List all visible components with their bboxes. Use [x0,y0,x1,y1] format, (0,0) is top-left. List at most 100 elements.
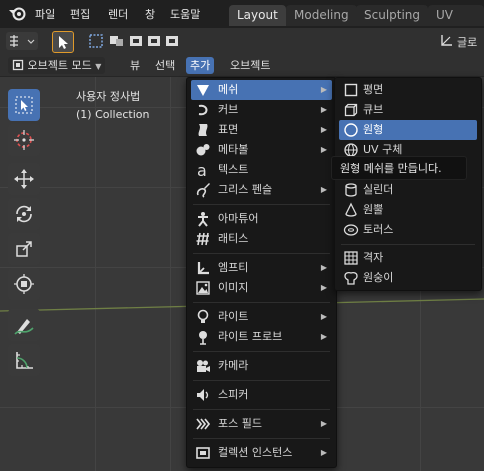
menu-select[interactable]: 선택 [151,57,179,74]
add-menu-item-grease-pencil[interactable]: 그리스 펜슬 ▶ [191,180,332,200]
mesh-item-circle[interactable]: 원형 [339,120,477,140]
armature-icon [198,212,208,227]
mesh-icon [197,85,209,96]
tooltip: 원형 메쉬를 만듭니다. [331,156,467,180]
cylinder-icon [345,183,357,197]
scale-tool[interactable] [8,233,40,265]
add-menu-item-light[interactable]: 라이트 ▶ [191,307,332,327]
svg-text:a: a [197,162,207,178]
menu-separator [193,438,330,439]
cone-icon [345,202,357,217]
menu-render[interactable]: 렌더 [108,6,128,22]
select-mode-icons[interactable] [88,33,184,52]
measure-tool[interactable] [8,344,40,376]
rotate-tool[interactable] [8,198,40,230]
collection-label: (1) Collection [76,108,150,121]
add-menu-item-surface[interactable]: 표면 ▶ [191,120,332,140]
add-menu-item-collection-instance[interactable]: 컬렉션 인스턴스 ▶ [191,443,332,463]
viewport-header: 오브젝트 모드 ▼ 뷰 선택 추가 오브젝트 [0,54,484,77]
surface-icon [198,124,208,136]
cursor-icon [14,130,34,150]
add-menu-item-image[interactable]: 이미지 ▶ [191,278,332,298]
select-box-tool[interactable] [8,89,40,121]
add-menu-item-text[interactable]: a 텍스트 [191,160,332,180]
tool-header: 글로 [0,28,484,54]
submenu-arrow-icon: ▶ [320,85,327,94]
transform-icon [14,274,34,294]
mesh-item-plane[interactable]: 평면 [339,80,477,100]
add-menu-item-metaball[interactable]: 메타볼 ▶ [191,140,332,160]
blender-logo-icon[interactable] [8,5,26,25]
submenu-arrow-icon: ▶ [320,125,327,134]
menu-separator [193,253,330,254]
tab-modeling[interactable]: Modeling [286,5,357,26]
circle-icon [344,123,358,137]
mesh-item-grid[interactable]: 격자 [339,248,477,268]
menu-help[interactable]: 도움말 [170,6,200,22]
mesh-item-cone[interactable]: 원뿔 [339,200,477,220]
monkey-icon [344,271,358,285]
add-menu-item-empty[interactable]: 엠프티 ▶ [191,258,332,278]
camera-icon [197,360,210,372]
view-name: 사용자 정사법 [76,90,141,103]
menu-separator [193,204,330,205]
menu-object[interactable]: 오브젝트 [226,57,274,74]
menu-add[interactable]: 추가 [186,57,215,74]
tab-uv-editing[interactable]: UV Editin [428,5,484,43]
editor-type-button[interactable] [6,32,38,50]
submenu-arrow-icon: ▶ [320,312,327,321]
transform-orientation-label[interactable]: 글로 [457,34,477,50]
add-menu-item-camera[interactable]: 카메라 [191,356,332,376]
add-menu-item-light-probe[interactable]: 라이트 프로브 ▶ [191,327,332,347]
select-tool-icon[interactable] [52,31,74,53]
mesh-item-cylinder[interactable]: 실린더 [339,180,477,200]
add-menu-item-lattice[interactable]: 래티스 [191,229,332,249]
add-menu-item-curve[interactable]: 커브 ▶ [191,100,332,120]
mesh-submenu: 평면 큐브 원형 UV 구체 실린더 원뿔 토러스 격자 원숭이 [334,77,482,291]
menu-file[interactable]: 파일 [35,6,55,22]
tab-layout[interactable]: Layout [229,5,286,26]
cursor-tool[interactable] [8,124,40,156]
scale-icon [16,241,32,257]
menu-separator [193,302,330,303]
submenu-arrow-icon: ▶ [320,419,327,428]
tab-sculpting[interactable]: Sculpting [356,5,429,26]
torus-icon [343,224,359,236]
mode-selector[interactable]: 오브젝트 모드 ▼ [8,57,106,74]
add-menu-item-armature[interactable]: 아마튜어 [191,209,332,229]
add-menu: 메쉬 ▶ 커브 ▶ 표면 ▶ 메타볼 ▶ a 텍스트 그리스 펜슬 ▶ 아마튜어… [186,77,337,468]
measure-icon [16,352,33,369]
grease-pencil-icon [196,183,210,198]
submenu-arrow-icon: ▶ [320,283,327,292]
menu-separator [193,380,330,381]
annotate-icon [14,319,34,335]
mesh-item-cube[interactable]: 큐브 [339,100,477,120]
object-mode-icon [12,59,24,71]
grid-icon [344,251,358,265]
move-tool[interactable] [8,163,40,195]
transform-tool[interactable] [8,268,40,300]
submenu-arrow-icon: ▶ [320,332,327,341]
add-menu-item-speaker[interactable]: 스피커 [191,385,332,405]
move-icon [14,169,34,189]
mesh-item-torus[interactable]: 토러스 [339,220,477,240]
metaball-icon [196,144,210,156]
add-menu-item-force-field[interactable]: 포스 필드 ▶ [191,414,332,434]
menu-separator [193,409,330,410]
speaker-icon [197,389,209,401]
annotate-tool[interactable] [8,309,40,341]
collection-instance-icon [196,447,210,459]
cube-icon [344,103,358,117]
menu-view[interactable]: 뷰 [126,57,144,74]
menu-edit[interactable]: 편집 [70,6,90,22]
menu-window[interactable]: 창 [145,6,155,22]
mesh-item-monkey[interactable]: 원숭이 [339,268,477,288]
submenu-arrow-icon: ▶ [320,263,327,272]
empty-icon [197,262,209,275]
transform-orientation-icon[interactable] [440,33,454,50]
add-menu-item-mesh[interactable]: 메쉬 ▶ [191,80,332,100]
rotate-icon [16,205,32,223]
tooltip-text: 원형 메쉬를 만듭니다. [340,162,442,175]
image-icon [196,281,210,295]
curve-icon [198,104,208,116]
